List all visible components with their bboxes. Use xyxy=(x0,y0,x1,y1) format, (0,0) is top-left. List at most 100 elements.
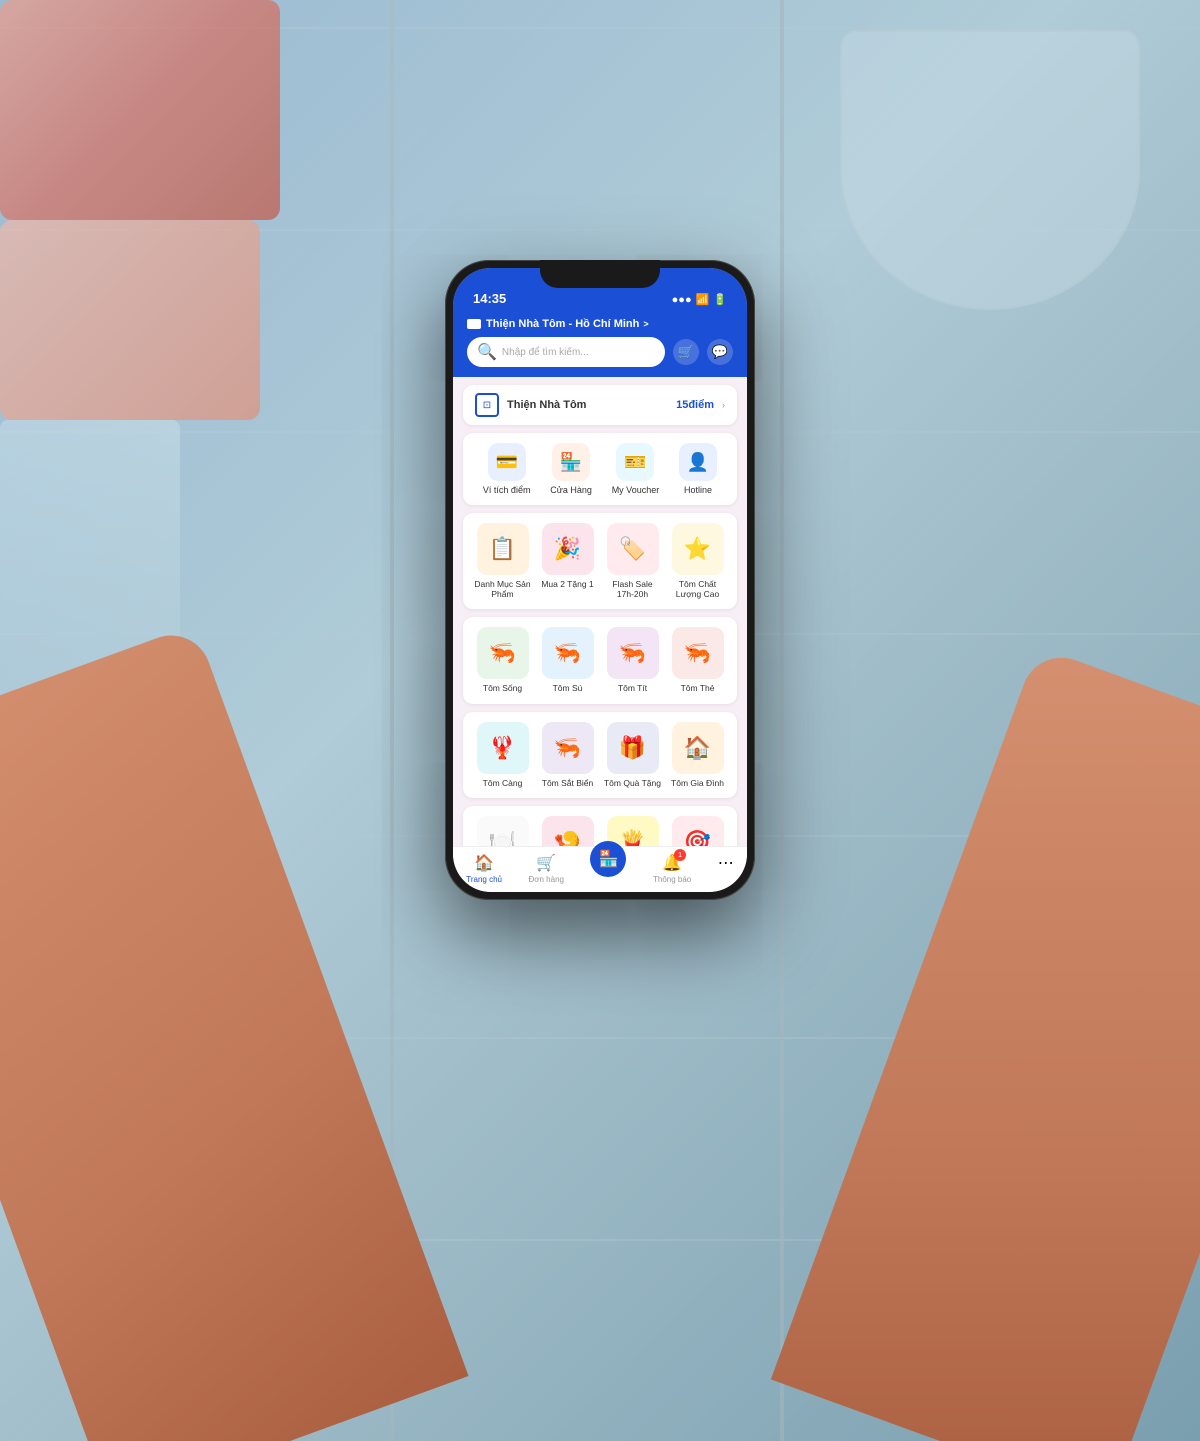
cat-icon-danhmuc: 📋 xyxy=(477,523,529,575)
cat-icon-tomsong: 🦐 xyxy=(477,627,529,679)
cat-tomnhahang[interactable]: 🍽️ Tôm Nhà Hàng xyxy=(473,816,532,846)
loyalty-points: 15điểm xyxy=(676,399,714,411)
loyalty-card[interactable]: ⊡ Thiện Nhà Tôm 15điểm › xyxy=(463,385,737,425)
cat-icon-tomthe: 🦐 xyxy=(672,627,724,679)
main-content[interactable]: ⊡ Thiện Nhà Tôm 15điểm › 💳 Ví tích điểm … xyxy=(453,377,747,846)
cat-label-tomcang: Tôm Càng xyxy=(483,778,523,788)
cat-label-tomgiadinh: Tôm Gia Đình xyxy=(671,778,724,788)
search-box[interactable]: 🔍 Nhập để tìm kiếm... xyxy=(467,337,665,367)
nav-more[interactable]: ⋯ xyxy=(718,853,734,884)
qa-label-vi: Ví tích điểm xyxy=(483,485,531,495)
qa-label-voucher: My Voucher xyxy=(612,485,660,495)
cat-tomgiadinh[interactable]: 🏠 Tôm Gia Đình xyxy=(668,722,727,788)
nav-donhang[interactable]: 🛒 Đơn hàng xyxy=(528,853,564,884)
cat-flash[interactable]: 🏷️ Flash Sale 17h-20h xyxy=(603,523,662,599)
store-name: Thiện Nhà Tôm - Hồ Chí Minh xyxy=(486,318,639,330)
qa-hotline[interactable]: 👤 Hotline xyxy=(679,443,717,495)
qa-label-cuahang: Cửa Hàng xyxy=(550,485,592,495)
cart-icon-button[interactable]: 🛒 xyxy=(673,339,699,365)
cat-icon-tomtit: 🦐 xyxy=(607,627,659,679)
cat-grid-row1: 📋 Danh Mục Sản Phẩm 🎉 Mua 2 Tặng 1 🏷️ Fl… xyxy=(473,523,727,599)
cat-icon-chatluong: ⭐ xyxy=(672,523,724,575)
cat-label-tomsatbien: Tôm Sắt Biển xyxy=(542,778,594,788)
store-icon xyxy=(467,319,481,329)
cat-label-mua2tang1: Mua 2 Tặng 1 xyxy=(541,579,593,589)
qa-icon-vi: 💳 xyxy=(488,443,526,481)
nav-center[interactable]: 🏪 xyxy=(590,853,626,884)
cat-icon-tomgiadinh: 🏠 xyxy=(672,722,724,774)
cat-icon-tomcang: 🦞 xyxy=(477,722,529,774)
nav-thongbao[interactable]: 🔔 1 Thông báo xyxy=(653,853,691,884)
qa-my-voucher[interactable]: 🎫 My Voucher xyxy=(612,443,660,495)
nav-trangchu[interactable]: 🏠 Trang chủ xyxy=(466,853,502,884)
category-section-row1: 📋 Danh Mục Sản Phẩm 🎉 Mua 2 Tặng 1 🏷️ Fl… xyxy=(463,513,737,609)
cat-icon-tomhapmuoi: 🍤 xyxy=(542,816,594,846)
wifi-icon: 📶 xyxy=(696,293,710,306)
nav-label-trangchu: Trang chủ xyxy=(466,875,502,884)
phone-outer: 14:35 ●●● 📶 🔋 Thiện Nhà Tôm - Hồ Chí Min… xyxy=(445,260,755,900)
category-section-row2: 🦐 Tôm Sống 🦐 Tôm Sú 🦐 Tôm Tít xyxy=(463,617,737,703)
category-section-row3: 🦞 Tôm Càng 🦐 Tôm Sắt Biển 🎁 Tôm Quà Tặng xyxy=(463,712,737,798)
cat-tomcang[interactable]: 🦞 Tôm Càng xyxy=(473,722,532,788)
cat-icon-tomsu: 🦐 xyxy=(542,627,594,679)
loyalty-name: Thiện Nhà Tôm xyxy=(507,399,668,411)
status-icons: ●●● 📶 🔋 xyxy=(672,293,727,306)
cat-icon-tomquatang: 🎁 xyxy=(607,722,659,774)
cat-label-chatluong: Tôm Chất Lượng Cao xyxy=(668,579,727,599)
nav-icon-trangchu: 🏠 xyxy=(474,853,494,873)
status-time: 14:35 xyxy=(473,291,506,306)
qa-icon-hotline: 👤 xyxy=(679,443,717,481)
cat-mua2tang1[interactable]: 🎉 Mua 2 Tặng 1 xyxy=(538,523,597,599)
qa-label-hotline: Hotline xyxy=(684,485,712,495)
cat-grid-row3: 🦞 Tôm Càng 🦐 Tôm Sắt Biển 🎁 Tôm Quà Tặng xyxy=(473,722,727,788)
cat-label-danhmuc: Danh Mục Sản Phẩm xyxy=(473,579,532,599)
qa-icon-cuahang: 🏪 xyxy=(552,443,590,481)
battery-icon: 🔋 xyxy=(713,293,727,306)
nav-label-thongbao: Thông báo xyxy=(653,875,691,884)
qa-cua-hang[interactable]: 🏪 Cửa Hàng xyxy=(550,443,592,495)
cat-tomsatbien[interactable]: 🦐 Tôm Sắt Biển xyxy=(538,722,597,788)
qa-vi-tich-diem[interactable]: 💳 Ví tích điểm xyxy=(483,443,531,495)
cat-tomtit[interactable]: 🦐 Tôm Tít xyxy=(603,627,662,693)
cat-grid-row2: 🦐 Tôm Sống 🦐 Tôm Sú 🦐 Tôm Tít xyxy=(473,627,727,693)
cat-tomsu[interactable]: 🦐 Tôm Sú xyxy=(538,627,597,693)
cat-label-tomsong: Tôm Sống xyxy=(483,683,522,693)
cat-tomthe[interactable]: 🦐 Tôm Thẻ xyxy=(668,627,727,693)
notification-badge: 1 xyxy=(674,849,686,861)
nav-icon-donhang: 🛒 xyxy=(536,853,556,873)
phone-notch xyxy=(540,260,660,288)
loyalty-chevron: › xyxy=(722,400,725,410)
bottom-nav: 🏠 Trang chủ 🛒 Đơn hàng 🏪 🔔 xyxy=(453,846,747,892)
cat-danhmuc[interactable]: 📋 Danh Mục Sản Phẩm xyxy=(473,523,532,599)
cat-icon-tomsatbien: 🦐 xyxy=(542,722,594,774)
phone-container: 14:35 ●●● 📶 🔋 Thiện Nhà Tôm - Hồ Chí Min… xyxy=(445,260,755,900)
cat-combotietkiem[interactable]: 🎯 Combo tiết kiệm xyxy=(668,816,727,846)
cat-chatluong[interactable]: ⭐ Tôm Chất Lượng Cao xyxy=(668,523,727,599)
phone-screen: 14:35 ●●● 📶 🔋 Thiện Nhà Tôm - Hồ Chí Min… xyxy=(453,268,747,892)
frozen-item-top-left xyxy=(0,0,280,220)
cat-icon-flash: 🏷️ xyxy=(607,523,659,575)
search-row: 🔍 Nhập để tìm kiếm... 🛒 💬 xyxy=(467,337,733,367)
cat-icon-tomnhahang: 🍽️ xyxy=(477,816,529,846)
cat-label-tomthe: Tôm Thẻ xyxy=(681,683,715,693)
cat-label-tomtit: Tôm Tít xyxy=(618,683,647,693)
cat-icon-combotietkiem: 🎯 xyxy=(672,816,724,846)
cat-icon-mua2tang1: 🎉 xyxy=(542,523,594,575)
scan-icon[interactable]: ⊡ xyxy=(475,393,499,417)
search-icon: 🔍 xyxy=(477,342,497,362)
cat-tomsong[interactable]: 🦐 Tôm Sống xyxy=(473,627,532,693)
qa-icon-voucher: 🎫 xyxy=(616,443,654,481)
cat-tomquatang[interactable]: 🎁 Tôm Quà Tặng xyxy=(603,722,662,788)
nav-icon-more: ⋯ xyxy=(718,853,734,873)
nav-badge-thongbao: 🔔 1 xyxy=(662,853,682,873)
quick-actions: 💳 Ví tích điểm 🏪 Cửa Hàng 🎫 My Voucher xyxy=(463,433,737,505)
plastic-bag xyxy=(840,30,1140,310)
nav-label-donhang: Đơn hàng xyxy=(528,875,564,884)
cat-label-tomsu: Tôm Sú xyxy=(553,683,583,693)
cat-label-tomquatang: Tôm Quà Tặng xyxy=(604,778,661,788)
cat-tomhapmuoi[interactable]: 🍤 Tôm Hấp Muối xyxy=(538,816,597,846)
chat-icon-button[interactable]: 💬 xyxy=(707,339,733,365)
store-row[interactable]: Thiện Nhà Tôm - Hồ Chí Minh > xyxy=(467,318,733,330)
nav-center-button[interactable]: 🏪 xyxy=(590,841,626,877)
app-header: Thiện Nhà Tôm - Hồ Chí Minh > 🔍 Nhập để … xyxy=(453,312,747,377)
